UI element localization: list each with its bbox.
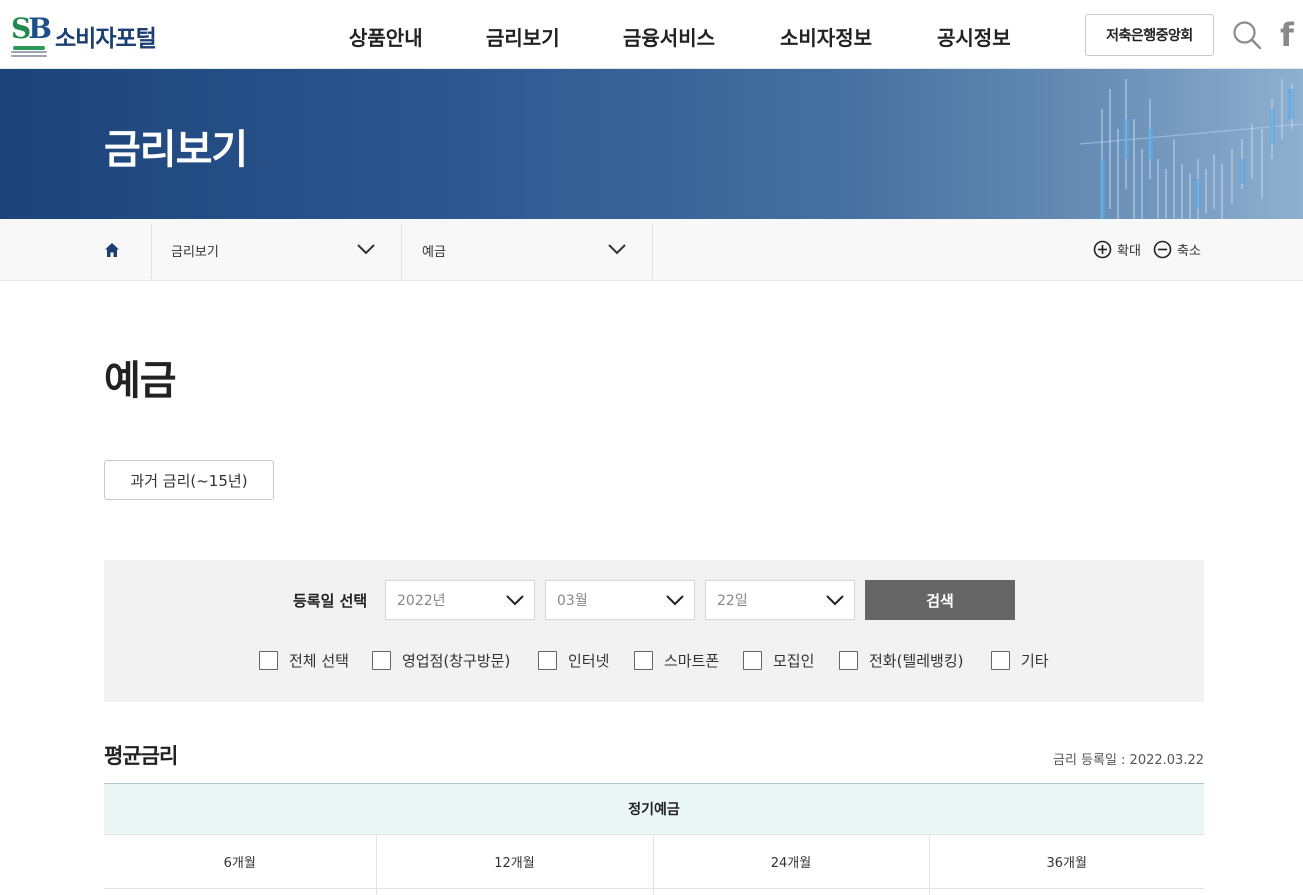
day-select[interactable]: 22일 <box>705 580 855 620</box>
average-rate-title: 평균금리 <box>104 744 178 768</box>
channel-checkbox-recruiter[interactable]: 모집인 <box>743 650 814 671</box>
chevron-down-icon <box>666 595 684 606</box>
location-bar: 금리보기 예금 확대 축소 <box>0 219 1303 281</box>
channel-checkbox-other[interactable]: 기타 <box>991 650 1049 671</box>
zoom-out-label: 축소 <box>1177 244 1201 259</box>
table-cell <box>928 888 1204 895</box>
checkbox-label: 스마트폰 <box>664 652 720 670</box>
table-header-fixed-deposit: 정기예금 <box>104 783 1204 835</box>
chevron-down-icon <box>608 244 626 255</box>
table-cell <box>652 888 929 895</box>
location-divider <box>151 224 152 279</box>
checkbox[interactable] <box>538 651 557 670</box>
checkbox-label: 영업점(창구방문) <box>402 652 511 670</box>
location-level2-label: 예금 <box>422 244 446 260</box>
logo-subtext <box>11 51 51 59</box>
year-select[interactable]: 2022년 <box>385 580 535 620</box>
search-icon[interactable] <box>1232 20 1262 50</box>
savings-bank-association-button[interactable]: 저축은행중앙회 <box>1085 14 1214 56</box>
nav-item-disclosure[interactable]: 공시정보 <box>937 22 1011 51</box>
month-select-value: 03월 <box>557 593 588 609</box>
location-level1-label: 금리보기 <box>171 244 219 260</box>
channel-checkbox-all[interactable]: 전체 선택 <box>259 650 349 671</box>
facebook-icon[interactable]: f <box>1280 18 1302 52</box>
checkbox-label: 기타 <box>1021 652 1049 670</box>
minus-circle-icon <box>1153 240 1172 259</box>
zoom-in-label: 확대 <box>1117 244 1141 259</box>
table-cell <box>375 888 653 895</box>
past-rates-button[interactable]: 과거 금리(~15년) <box>104 460 274 500</box>
checkbox[interactable] <box>634 651 653 670</box>
column-header-36m: 36개월 <box>928 834 1204 889</box>
average-rate-table: 정기예금 6개월 12개월 24개월 36개월 <box>104 783 1204 895</box>
location-divider <box>652 224 653 279</box>
month-select[interactable]: 03월 <box>545 580 695 620</box>
banner-stock-chart-graphic <box>1079 79 1303 219</box>
zoom-in-button[interactable]: 확대 <box>1093 240 1141 259</box>
checkbox-label: 전화(텔레뱅킹) <box>869 652 964 670</box>
checkbox[interactable] <box>372 651 391 670</box>
nav-item-financial-services[interactable]: 금융서비스 <box>623 22 715 51</box>
plus-circle-icon <box>1093 240 1112 259</box>
logo-name: 소비자포털 <box>55 26 157 52</box>
checkbox-label: 전체 선택 <box>289 652 349 670</box>
logo-leaf <box>13 46 45 50</box>
checkbox[interactable] <box>839 651 858 670</box>
location-divider <box>401 224 402 279</box>
checkbox[interactable] <box>259 651 278 670</box>
chevron-down-icon <box>357 244 375 255</box>
checkbox[interactable] <box>743 651 762 670</box>
home-icon[interactable] <box>104 242 120 258</box>
chevron-down-icon <box>826 595 844 606</box>
day-select-value: 22일 <box>717 593 748 609</box>
nav-item-consumer-info[interactable]: 소비자정보 <box>780 22 872 51</box>
channel-checkbox-branch[interactable]: 영업점(창구방문) <box>372 650 510 671</box>
channel-checkbox-internet[interactable]: 인터넷 <box>538 650 609 671</box>
year-select-value: 2022년 <box>397 593 446 609</box>
checkbox-label: 모집인 <box>773 652 815 670</box>
column-header-12m: 12개월 <box>375 834 653 889</box>
site-logo[interactable]: SB 소비자포털 <box>11 12 157 60</box>
site-header: SB 소비자포털 상품안내 금리보기 금융서비스 소비자정보 공시정보 저축은행… <box>0 0 1303 69</box>
channel-checkbox-telebanking[interactable]: 전화(텔레뱅킹) <box>839 650 964 671</box>
page-title: 예금 <box>104 358 177 404</box>
nav-item-products[interactable]: 상품안내 <box>349 22 423 51</box>
table-cell <box>104 889 376 895</box>
channel-checkbox-smartphone[interactable]: 스마트폰 <box>634 650 719 671</box>
checkbox-label: 인터넷 <box>568 652 610 670</box>
banner-title: 금리보기 <box>104 127 248 173</box>
nav-item-rates[interactable]: 금리보기 <box>486 22 560 51</box>
rate-registration-date: 금리 등록일 : 2022.03.22 <box>1052 753 1204 768</box>
registration-date-label: 등록일 선택 <box>293 592 368 610</box>
date-filter-panel: 등록일 선택 2022년 03월 22일 검색 전체 선택 영업점(창구방문) … <box>104 560 1204 702</box>
page-banner: 금리보기 <box>0 69 1303 219</box>
zoom-out-button[interactable]: 축소 <box>1153 240 1201 259</box>
search-button[interactable]: 검색 <box>865 580 1015 620</box>
logo-sb-mark: SB <box>11 12 52 45</box>
checkbox[interactable] <box>991 651 1010 670</box>
logo-mark: SB <box>11 12 52 60</box>
column-header-6m: 6개월 <box>104 834 376 889</box>
chevron-down-icon <box>506 595 524 606</box>
column-header-24m: 24개월 <box>652 834 929 889</box>
